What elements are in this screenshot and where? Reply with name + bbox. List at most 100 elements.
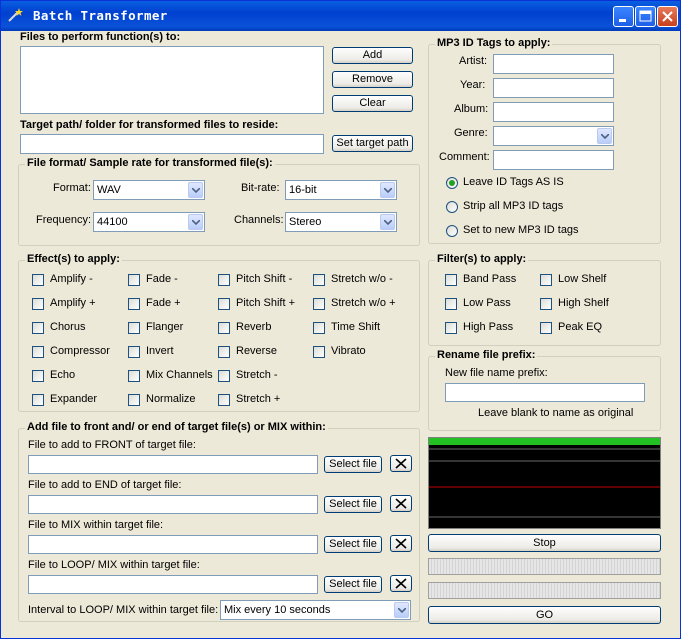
mix-file-input[interactable] [28,535,318,554]
select-front-file-button[interactable]: Select file [324,456,382,473]
effect-checkbox[interactable] [128,394,140,406]
effect-checkbox[interactable] [218,322,230,334]
year-input[interactable] [493,78,614,98]
interval-value: Mix every 10 seconds [224,604,331,616]
clear-loop-file-button[interactable] [390,575,412,592]
filter-label: Low Pass [463,297,511,309]
effect-label: Vibrato [331,345,366,357]
maximize-button[interactable] [635,6,656,27]
effect-label: Time Shift [331,321,381,333]
bitrate-select[interactable]: 16-bit [285,180,397,200]
select-mix-file-button[interactable]: Select file [324,536,382,553]
strip-tags-radio[interactable] [446,201,458,213]
files-list[interactable] [20,46,324,114]
effect-checkbox[interactable] [32,346,44,358]
filter-checkbox[interactable] [540,298,552,310]
new-prefix-input[interactable] [445,383,645,402]
front-file-input[interactable] [28,455,318,474]
remove-button[interactable]: Remove [332,71,413,88]
progress-bar-2 [428,582,661,599]
effect-checkbox[interactable] [218,298,230,310]
set-target-path-button[interactable]: Set target path [332,135,413,152]
set-tags-radio[interactable] [446,225,458,237]
clear-front-file-button[interactable] [390,455,412,472]
artist-label: Artist: [459,55,488,67]
select-loop-file-button[interactable]: Select file [324,576,382,593]
effect-checkbox[interactable] [128,274,140,286]
interval-select[interactable]: Mix every 10 seconds [220,600,411,620]
filter-checkbox[interactable] [540,274,552,286]
files-heading: Files to perform function(s) to: [20,31,181,43]
loop-file-input[interactable] [28,575,318,594]
chevron-down-icon [188,182,203,198]
chevron-down-icon [597,128,612,144]
effect-checkbox[interactable] [218,370,230,382]
format-value: WAV [97,184,121,196]
effect-checkbox[interactable] [128,322,140,334]
effect-checkbox[interactable] [32,322,44,334]
effect-label: Stretch w/o + [331,297,396,309]
set-tags-label: Set to new MP3 ID tags [463,224,579,236]
go-button[interactable]: GO [428,606,661,624]
minimize-button[interactable] [613,6,634,27]
x-icon [395,578,407,589]
clear-button[interactable]: Clear [332,95,413,112]
window-title: Batch Transformer [33,8,168,23]
album-input[interactable] [493,102,614,122]
add-button[interactable]: Add [332,47,413,64]
effect-checkbox[interactable] [32,298,44,310]
effect-checkbox[interactable] [313,298,325,310]
end-file-input[interactable] [28,495,318,514]
effect-checkbox[interactable] [218,346,230,358]
audio-scope-display [428,437,661,529]
filter-label: Peak EQ [558,321,603,333]
effect-checkbox[interactable] [218,394,230,406]
close-icon [662,11,673,22]
loop-label: File to LOOP/ MIX within target file: [28,559,200,571]
format-select[interactable]: WAV [93,180,205,200]
clear-mix-file-button[interactable] [390,535,412,552]
chevron-down-icon [380,214,395,230]
close-button[interactable] [657,6,678,27]
effect-checkbox[interactable] [32,370,44,382]
genre-select[interactable] [493,126,614,146]
app-window: Batch Transformer Files to perform funct… [0,0,681,639]
effect-checkbox[interactable] [313,274,325,286]
channels-select[interactable]: Stereo [285,212,397,232]
x-icon [395,458,407,469]
comment-label: Comment: [439,151,490,163]
effect-label: Fade + [146,297,181,309]
effect-checkbox[interactable] [128,370,140,382]
effect-checkbox[interactable] [128,346,140,358]
format-label: Format: [53,182,91,194]
effect-checkbox[interactable] [128,298,140,310]
leave-tags-radio[interactable] [446,177,458,189]
bitrate-label: Bit-rate: [241,182,280,194]
filters-heading: Filter(s) to apply: [435,253,529,265]
effect-checkbox[interactable] [32,274,44,286]
effect-label: Stretch w/o - [331,273,393,285]
artist-input[interactable] [493,54,614,74]
frequency-label: Frequency: [36,214,92,226]
effect-checkbox[interactable] [32,394,44,406]
filter-checkbox[interactable] [445,274,457,286]
effect-checkbox[interactable] [313,322,325,334]
filter-checkbox[interactable] [445,322,457,334]
frequency-select[interactable]: 44100 [93,212,205,232]
filter-checkbox[interactable] [445,298,457,310]
strip-tags-label: Strip all MP3 ID tags [463,200,564,212]
stop-button[interactable]: Stop [428,534,661,552]
effect-checkbox[interactable] [218,274,230,286]
effect-checkbox[interactable] [313,346,325,358]
minimize-icon [619,19,626,22]
filter-checkbox[interactable] [540,322,552,334]
title-bar[interactable]: Batch Transformer [1,1,680,31]
comment-input[interactable] [493,150,614,170]
effect-label: Stretch + [236,393,281,405]
filter-label: Low Shelf [558,273,607,285]
clear-end-file-button[interactable] [390,495,412,512]
frequency-value: 44100 [97,216,128,228]
album-label: Album: [454,103,489,115]
target-path-input[interactable] [20,134,324,154]
select-end-file-button[interactable]: Select file [324,496,382,513]
